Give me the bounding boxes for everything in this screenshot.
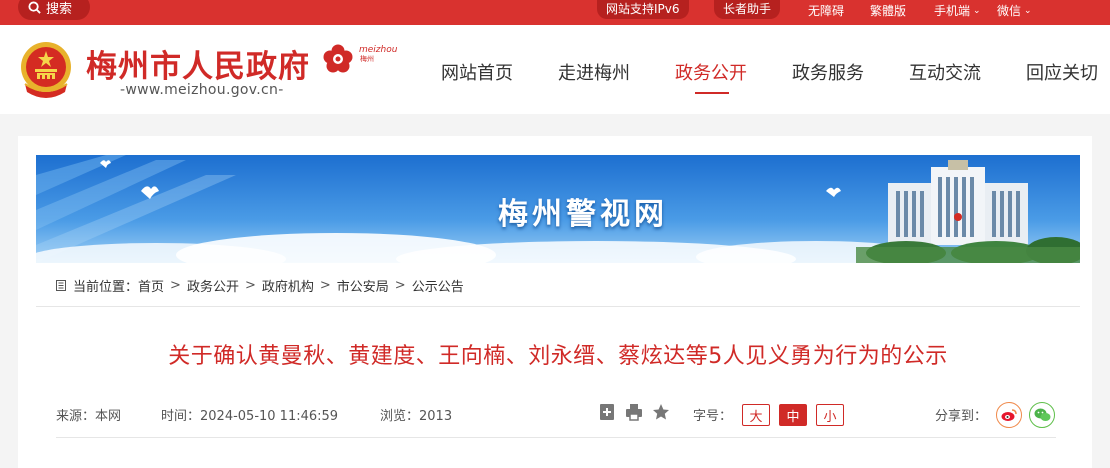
nav-item-government-services[interactable]: 政务服务 [792, 59, 864, 85]
favorite-star-icon[interactable] [652, 403, 670, 421]
wechat-label: 微信 [997, 4, 1022, 18]
chevron-down-icon: ⌄ [973, 5, 981, 16]
document-icon [56, 280, 66, 291]
breadcrumb-separator: > [319, 278, 331, 293]
nav-item-about-meizhou[interactable]: 走进梅州 [558, 59, 630, 85]
weibo-icon [1001, 409, 1017, 421]
ipv6-badge[interactable]: 网站支持IPv6 [597, 0, 689, 19]
breadcrumb-separator: > [244, 278, 256, 293]
share-label: 分享到： [935, 409, 988, 424]
site-header: 梅州市人民政府 meizhou 梅州 -www.meizhou.gov.cn- … [0, 25, 1110, 114]
mobile-label: 手机端 [934, 4, 971, 18]
wechat-dropdown[interactable]: 微信 ⌄ [997, 0, 1032, 21]
elder-assistant-label: 长者助手 [723, 2, 772, 16]
weibo-share-button[interactable] [996, 402, 1022, 428]
font-size-medium-button[interactable]: 中 [779, 404, 807, 426]
search-button[interactable]: 搜索 [18, 0, 90, 20]
elder-assistant-button[interactable]: 长者助手 [714, 0, 781, 19]
font-size-large-button[interactable]: 大 [742, 404, 770, 426]
article-title: 关于确认黄曼秋、黄建度、王向楠、刘永缙、蔡炫达等5人见义勇为行为的公示 [168, 344, 948, 369]
breadcrumb-separator: > [394, 278, 406, 293]
bookmark-add-icon[interactable] [598, 403, 616, 421]
breadcrumb-item-public-security-bureau[interactable]: 市公安局 [337, 276, 389, 295]
breadcrumb-item-home[interactable]: 首页 [138, 276, 164, 295]
font-size-label: 字号： [693, 409, 733, 424]
divider [36, 306, 1080, 307]
search-label: 搜索 [46, 1, 73, 17]
mobile-dropdown[interactable]: 手机端 ⌄ [934, 0, 981, 21]
accessibility-label: 无障碍 [808, 4, 845, 18]
banner-title: 梅州警视网 [498, 197, 668, 232]
font-size-small-button[interactable]: 小 [816, 404, 844, 426]
police-site-banner: 梅州警视网 [36, 155, 1080, 263]
ipv6-label: 网站支持IPv6 [606, 2, 680, 16]
meizhou-flower-logo-icon [323, 44, 353, 73]
breadcrumb: 当前位置： 首页 > 政务公开 > 政府机构 > 市公安局 > 公示公告 [56, 276, 464, 295]
nav-item-government-affairs[interactable]: 政务公开 [675, 59, 747, 85]
nav-item-response[interactable]: 回应关切 [1026, 59, 1098, 85]
nav-item-interaction[interactable]: 互动交流 [909, 59, 981, 85]
search-icon [28, 0, 41, 14]
divider [56, 437, 1056, 438]
article-views: 浏览：2013 [380, 409, 453, 424]
wechat-share-button[interactable] [1029, 402, 1055, 428]
logo-english-text: meizhou [359, 45, 398, 55]
chevron-down-icon: ⌄ [1024, 5, 1032, 16]
article-source: 来源：本网 [56, 409, 122, 424]
logo-chinese-text: 梅州 [360, 55, 374, 63]
nav-item-home[interactable]: 网站首页 [441, 59, 513, 85]
site-name[interactable]: 梅州市人民政府 [86, 41, 310, 86]
print-icon[interactable] [625, 403, 643, 421]
traditional-chinese-link[interactable]: 繁體版 [870, 0, 906, 21]
breadcrumb-item-announcements[interactable]: 公示公告 [412, 276, 464, 295]
wechat-icon [1034, 408, 1050, 421]
breadcrumb-separator: > [170, 278, 181, 293]
traditional-label: 繁體版 [870, 4, 907, 18]
accessibility-link[interactable]: 无障碍 [808, 0, 844, 21]
article-time: 时间：2024-05-10 11:46:59 [161, 409, 339, 424]
national-emblem-icon[interactable] [17, 40, 75, 100]
top-utility-bar: 搜索 网站支持IPv6 长者助手 无障碍 繁體版 手机端 ⌄ 微信 ⌄ [0, 0, 1110, 25]
breadcrumb-item-government-agencies[interactable]: 政府机构 [262, 276, 314, 295]
site-url: -www.meizhou.gov.cn- [120, 82, 284, 98]
active-nav-indicator [695, 92, 729, 94]
breadcrumb-prefix: 当前位置： [73, 280, 139, 295]
breadcrumb-item-government-affairs[interactable]: 政务公开 [187, 276, 239, 295]
